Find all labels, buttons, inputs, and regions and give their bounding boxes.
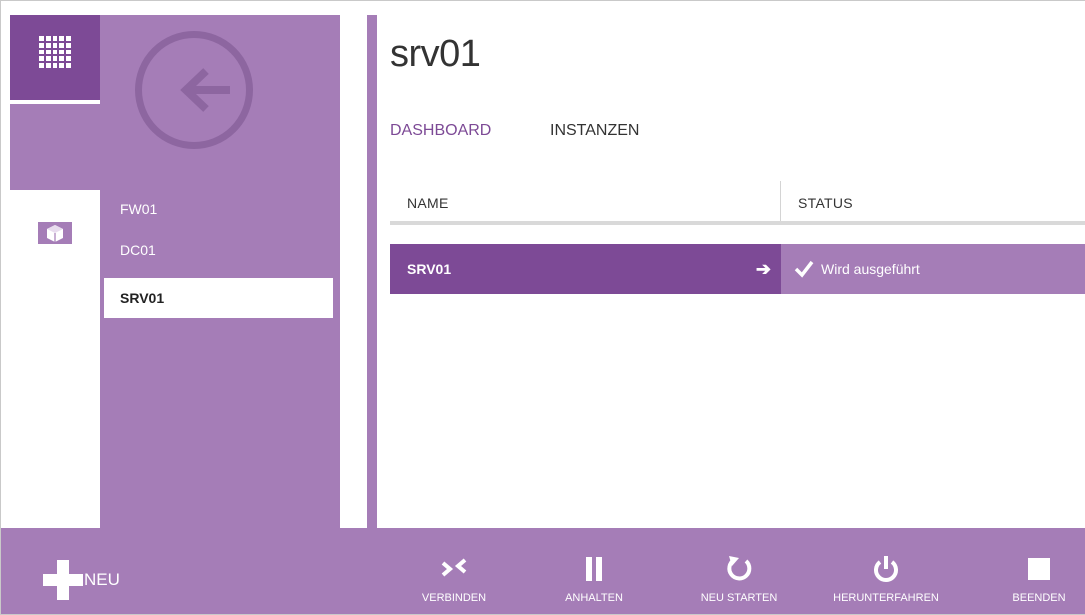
restart-label: NEU STARTEN — [700, 592, 778, 604]
tab-instanzen[interactable]: INSTANZEN — [550, 122, 639, 140]
stop-icon — [1028, 558, 1050, 580]
connect-button[interactable]: VERBINDEN — [414, 528, 494, 614]
pause-button[interactable]: ANHALTEN — [559, 528, 629, 614]
column-header-status[interactable]: STATUS — [798, 195, 853, 211]
stop-button[interactable]: BEENDEN — [1001, 528, 1077, 614]
table-header-rule — [390, 221, 1085, 225]
virtual-machine-icon — [35, 219, 75, 257]
list-item-fw01[interactable]: FW01 — [104, 189, 333, 229]
row-status-text: Wird ausgeführt — [821, 261, 920, 277]
nav-rail — [10, 15, 100, 528]
connect-icon — [441, 558, 467, 577]
pause-label: ANHALTEN — [565, 592, 623, 604]
column-header-name[interactable]: NAME — [407, 195, 449, 211]
check-icon — [794, 260, 814, 278]
portal-window: FW01 DC01 SRV01 srv01 DASHBOARD INSTANZE… — [0, 0, 1085, 615]
shutdown-label: HERUNTERFAHREN — [833, 592, 939, 604]
plus-icon — [43, 560, 83, 600]
connect-label: VERBINDEN — [421, 592, 487, 604]
rail-item-all-items[interactable] — [10, 15, 100, 100]
row-name-cell[interactable]: SRV01 ➔ — [390, 244, 781, 294]
power-icon — [874, 556, 898, 582]
row-name-text: SRV01 — [407, 261, 452, 277]
vm-list-panel: FW01 DC01 SRV01 — [100, 15, 340, 528]
row-status-cell: Wird ausgeführt — [781, 244, 1085, 294]
shutdown-button[interactable]: HERUNTERFAHREN — [826, 528, 946, 614]
detail-pane: srv01 DASHBOARD INSTANZEN NAME STATUS SR… — [377, 15, 1085, 528]
command-bar: NEU VERBINDEN ANHALTEN NEU STARTEN HERUN… — [1, 528, 1085, 614]
rail-item-virtual-machines[interactable] — [10, 104, 100, 257]
stop-label: BEENDEN — [1012, 592, 1066, 604]
new-button-label: NEU — [84, 570, 120, 589]
column-divider[interactable] — [780, 181, 781, 221]
list-item-dc01[interactable]: DC01 — [104, 230, 333, 270]
list-item-srv01[interactable]: SRV01 — [104, 278, 333, 318]
pause-icon — [586, 557, 602, 581]
table-row[interactable]: SRV01 ➔ Wird ausgeführt — [390, 244, 1085, 294]
restart-icon — [727, 556, 752, 581]
panel-separator — [367, 15, 377, 528]
back-arrow-icon — [180, 68, 230, 112]
page-title: srv01 — [390, 33, 481, 75]
all-items-grid-icon — [39, 36, 71, 68]
restart-button[interactable]: NEU STARTEN — [698, 528, 780, 614]
tab-dashboard[interactable]: DASHBOARD — [390, 122, 491, 140]
open-arrow-icon[interactable]: ➔ — [756, 244, 771, 294]
